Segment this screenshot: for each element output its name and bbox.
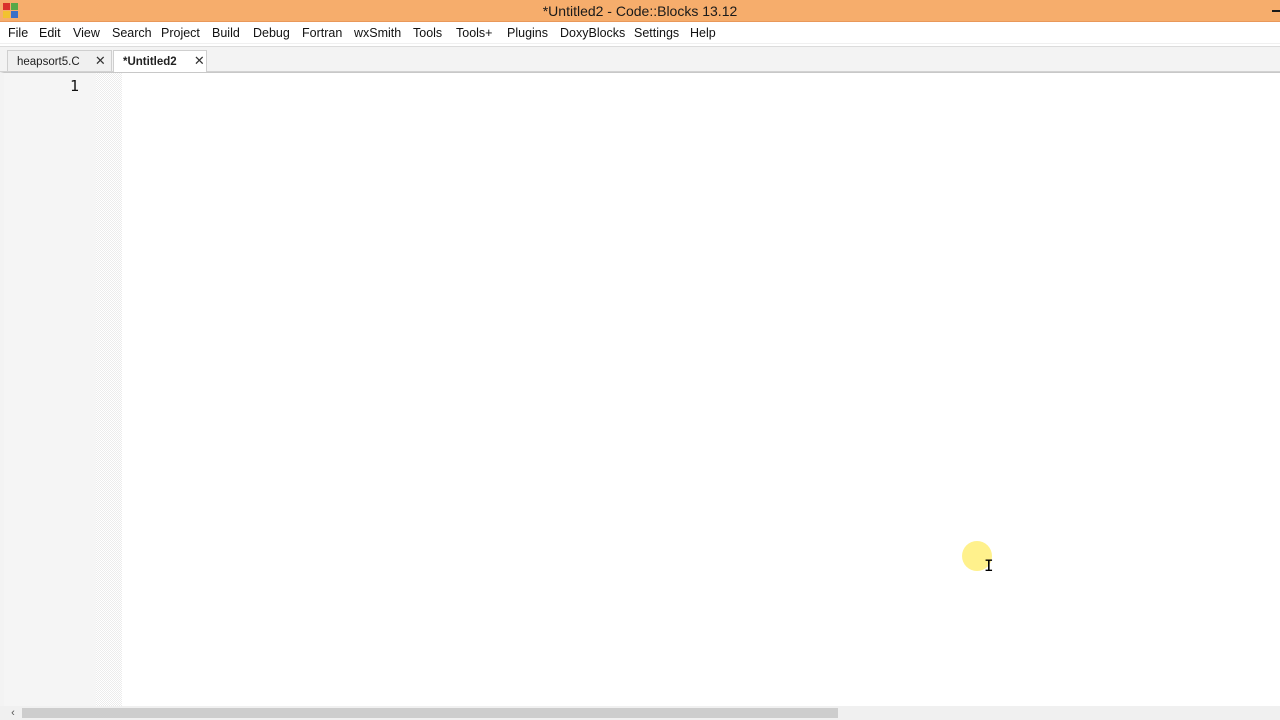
fold-margin[interactable] [96,73,122,706]
menu-doxyblocks[interactable]: DoxyBlocks [560,25,625,41]
menu-tools[interactable]: Tools [413,25,442,41]
menu-search[interactable]: Search [112,25,152,41]
scrollbar-thumb[interactable] [22,708,838,718]
tab-untitled2[interactable]: *Untitled2 ✕ [113,50,207,72]
tab-label: *Untitled2 [123,56,177,68]
code-editor: 1 [0,72,1280,706]
menu-build[interactable]: Build [212,25,240,41]
horizontal-scrollbar[interactable]: ‹ [0,706,1280,720]
menu-plugins[interactable]: Plugins [507,25,548,41]
tab-heapsort5[interactable]: heapsort5.C ✕ [7,50,112,71]
window-title: *Untitled2 - Code::Blocks 13.12 [542,3,738,19]
menu-help[interactable]: Help [690,25,716,41]
scroll-left-icon[interactable]: ‹ [6,707,20,719]
menu-project[interactable]: Project [161,25,200,41]
close-icon[interactable]: ✕ [95,54,106,67]
editor-tab-strip: heapsort5.C ✕ *Untitled2 ✕ [0,46,1280,73]
menu-wxsmith[interactable]: wxSmith [354,25,401,41]
minimize-icon[interactable] [1270,0,1280,22]
line-number: 1 [69,77,79,95]
menu-settings[interactable]: Settings [634,25,679,41]
tab-label: heapsort5.C [17,56,80,68]
text-cursor-ibeam-icon: I [984,556,994,575]
code-text-area[interactable] [122,73,1280,706]
menu-file[interactable]: File [8,25,28,41]
menu-bar: File Edit View Search Project Build Debu… [0,22,1280,44]
menu-tools-plus[interactable]: Tools+ [456,25,492,41]
close-icon[interactable]: ✕ [194,54,205,67]
line-number-gutter: 1 [4,73,96,706]
menu-fortran[interactable]: Fortran [302,25,342,41]
menu-view[interactable]: View [73,25,100,41]
menu-debug[interactable]: Debug [253,25,290,41]
menu-edit[interactable]: Edit [39,25,61,41]
title-bar: *Untitled2 - Code::Blocks 13.12 [0,0,1280,22]
